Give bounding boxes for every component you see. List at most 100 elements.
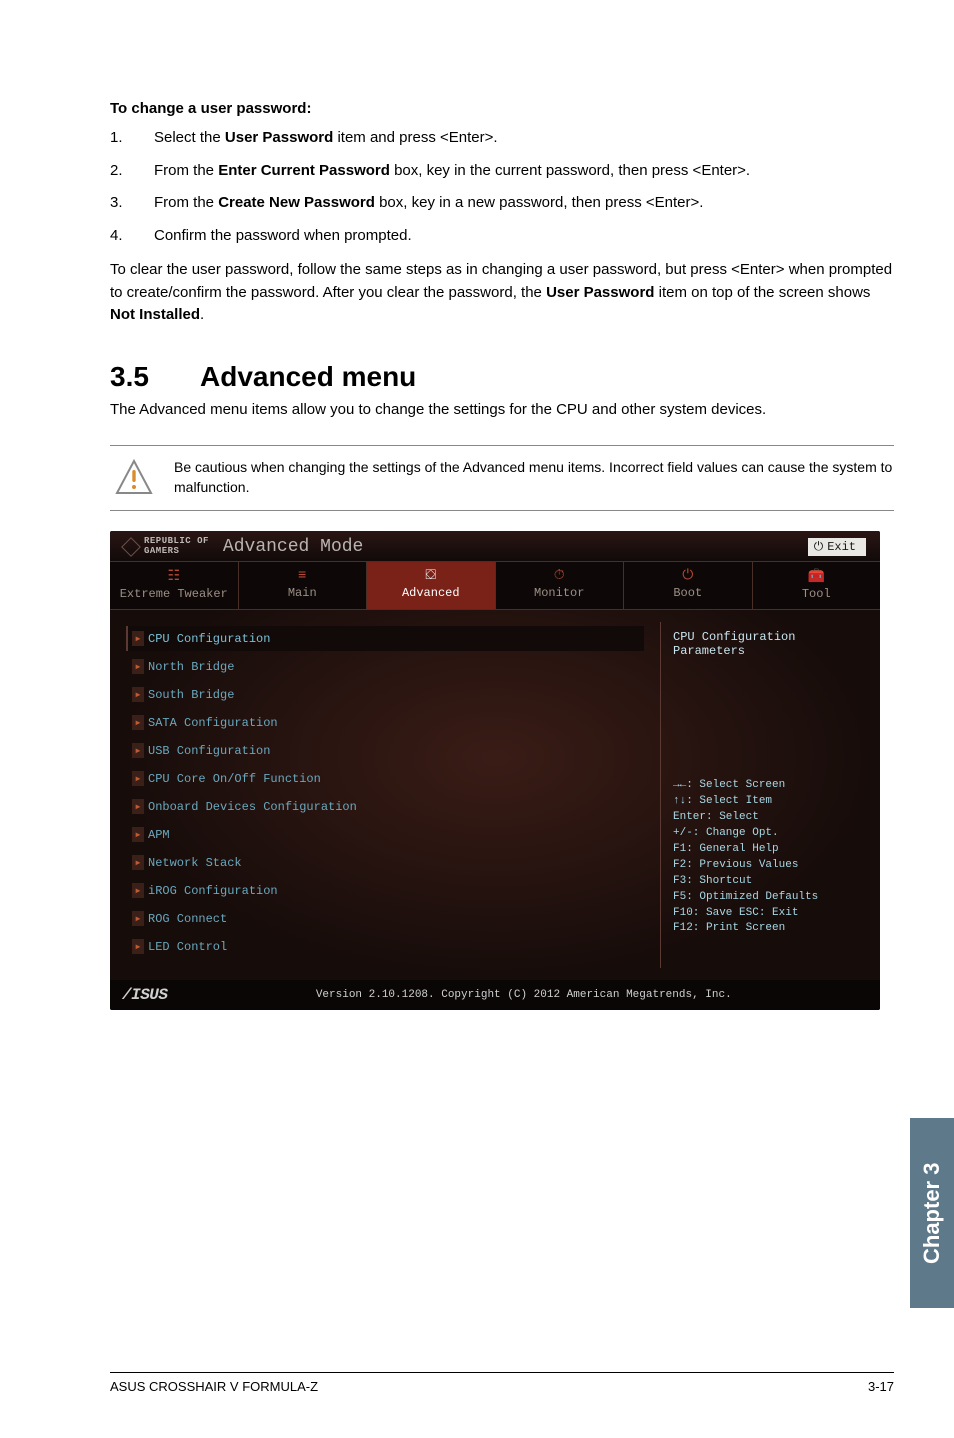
step-bold: User Password — [225, 129, 333, 146]
step-text: box, key in the current password, then p… — [390, 162, 750, 179]
section-description: The Advanced menu items allow you to cha… — [110, 399, 894, 422]
menu-label: Network Stack — [148, 856, 242, 870]
exit-button[interactable]: ⏻ Exit — [808, 538, 866, 556]
step-num: 1. — [110, 127, 154, 150]
step-3: 3. From the Create New Password box, key… — [110, 192, 894, 215]
step-num: 2. — [110, 160, 154, 183]
bios-screenshot: REPUBLIC OFGAMERS Advanced Mode ⏻ Exit ☷… — [110, 531, 880, 1010]
para-bold: Not Installed — [110, 306, 200, 323]
menu-cpu-configuration[interactable]: ▸ CPU Configuration — [126, 626, 644, 651]
monitor-icon: ⏱ — [500, 568, 620, 584]
brand-line2: GAMERS — [144, 546, 179, 556]
step-text: box, key in a new password, then press <… — [375, 194, 704, 211]
list-icon: ≡ — [243, 568, 363, 584]
menu-south-bridge[interactable]: ▸ South Bridge — [126, 682, 644, 707]
brand-line1: REPUBLIC OF — [144, 536, 209, 546]
step-text: From the — [154, 194, 218, 211]
menu-label: CPU Configuration — [148, 632, 270, 646]
step-num: 4. — [110, 225, 154, 248]
bios-tabs: ☷ Extreme Tweaker ≡ Main ⛋Advanced ⏱ Monito… — [110, 561, 880, 610]
menu-onboard-devices[interactable]: ▸ Onboard Devices Configuration — [126, 794, 644, 819]
step-text: From the — [154, 162, 218, 179]
tab-advanced[interactable]: ⛋Advanced — [367, 562, 496, 609]
menu-label: USB Configuration — [148, 744, 270, 758]
menu-north-bridge[interactable]: ▸North Bridge — [126, 654, 644, 679]
step-text: item and press <Enter>. — [333, 129, 497, 146]
para-bold: User Password — [546, 284, 654, 301]
help-line: F10: Save ESC: Exit — [673, 906, 868, 922]
arrow-icon: ▸ — [132, 883, 144, 898]
menu-label: ROG Connect — [148, 912, 227, 926]
menu-led-control[interactable]: ▸ LED Control — [126, 934, 644, 959]
step-bold: Enter Current Password — [218, 162, 390, 179]
help-line: F5: Optimized Defaults — [673, 890, 868, 906]
menu-label: APM — [148, 828, 170, 842]
arrow-icon: ▸ — [132, 743, 144, 758]
asus-logo: /ISUS — [122, 986, 168, 1004]
footer-product: ASUS CROSSHAIR V FORMULA-Z — [110, 1379, 318, 1394]
tab-label: Main — [288, 586, 317, 600]
tab-monitor[interactable]: ⏱ Monitor — [496, 562, 625, 609]
arrow-icon: ▸ — [132, 631, 144, 646]
tab-main[interactable]: ≡ Main — [239, 562, 368, 609]
help-title: CPU Configuration Parameters — [673, 630, 868, 658]
menu-rog-connect[interactable]: ▸ ROG Connect — [126, 906, 644, 931]
help-line: F2: Previous Values — [673, 858, 868, 874]
para-text: item on top of the screen shows — [654, 284, 870, 301]
help-line: →←: Select Screen — [673, 778, 868, 794]
exit-label: Exit — [827, 540, 856, 554]
menu-irog-configuration[interactable]: ▸ iROG Configuration — [126, 878, 644, 903]
menu-label: North Bridge — [148, 660, 234, 674]
menu-label: Onboard Devices Configuration — [148, 800, 357, 814]
bios-mode-label: Advanced Mode — [223, 537, 363, 557]
tab-label: Monitor — [534, 586, 584, 600]
caution-icon — [114, 458, 154, 498]
clear-password-paragraph: To clear the user password, follow the s… — [110, 259, 894, 327]
caution-note: Be cautious when changing the settings o… — [110, 445, 894, 511]
menu-sata-configuration[interactable]: ▸SATA Configuration — [126, 710, 644, 735]
arrow-icon: ▸ — [132, 687, 144, 702]
menu-label: iROG Configuration — [148, 884, 278, 898]
chapter-tab: Chapter 3 — [910, 1118, 954, 1308]
page-footer: ASUS CROSSHAIR V FORMULA-Z 3-17 — [110, 1372, 894, 1394]
tab-label: Extreme Tweaker — [120, 587, 228, 601]
arrow-icon: ▸ — [132, 939, 144, 954]
menu-label: South Bridge — [148, 688, 234, 702]
bios-copyright: Version 2.10.1208. Copyright (C) 2012 Am… — [180, 989, 868, 1001]
menu-usb-configuration[interactable]: ▸ USB Configuration — [126, 738, 644, 763]
step-text: Select the — [154, 129, 225, 146]
tab-boot[interactable]: ⏻Boot — [624, 562, 753, 609]
bios-menu-list: ▸CPU Configuration ▸North Bridge ▸South … — [110, 622, 660, 968]
arrow-icon: ▸ — [132, 911, 144, 926]
step-2: 2. From the Enter Current Password box, … — [110, 160, 894, 183]
help-line: ↑↓: Select Item — [673, 794, 868, 810]
menu-label: LED Control — [148, 940, 227, 954]
step-1: 1. Select the User Password item and pre… — [110, 127, 894, 150]
arrow-icon: ▸ — [132, 799, 144, 814]
footer-page-number: 3-17 — [868, 1379, 894, 1394]
tool-icon: 🧰 — [757, 568, 877, 585]
section-name: Advanced menu — [200, 361, 416, 392]
help-line: Enter: Select — [673, 810, 868, 826]
bios-footer: /ISUS Version 2.10.1208. Copyright (C) 2… — [110, 980, 880, 1010]
menu-cpu-core-onoff[interactable]: ▸CPU Core On/Off Function — [126, 766, 644, 791]
help-line: F1: General Help — [673, 842, 868, 858]
para-text: . — [200, 306, 204, 323]
step-num: 3. — [110, 192, 154, 215]
brand-diamond-icon — [121, 537, 141, 557]
tab-label: Advanced — [402, 586, 460, 600]
section-title: 3.5Advanced menu — [110, 361, 894, 393]
bios-brand: REPUBLIC OFGAMERS — [124, 537, 209, 557]
tweaker-icon: ☷ — [114, 568, 234, 585]
menu-apm[interactable]: ▸ APM — [126, 822, 644, 847]
help-line: F3: Shortcut — [673, 874, 868, 890]
tab-tool[interactable]: 🧰 Tool — [753, 562, 881, 609]
menu-label: SATA Configuration — [148, 716, 278, 730]
arrow-icon: ▸ — [132, 827, 144, 842]
step-text: Confirm the password when prompted. — [154, 227, 412, 244]
help-line: F12: Print Screen — [673, 921, 868, 937]
step-bold: Create New Password — [218, 194, 375, 211]
tab-extreme-tweaker[interactable]: ☷ Extreme Tweaker — [110, 562, 239, 609]
menu-network-stack[interactable]: ▸Network Stack — [126, 850, 644, 875]
tab-label: Tool — [802, 587, 831, 601]
